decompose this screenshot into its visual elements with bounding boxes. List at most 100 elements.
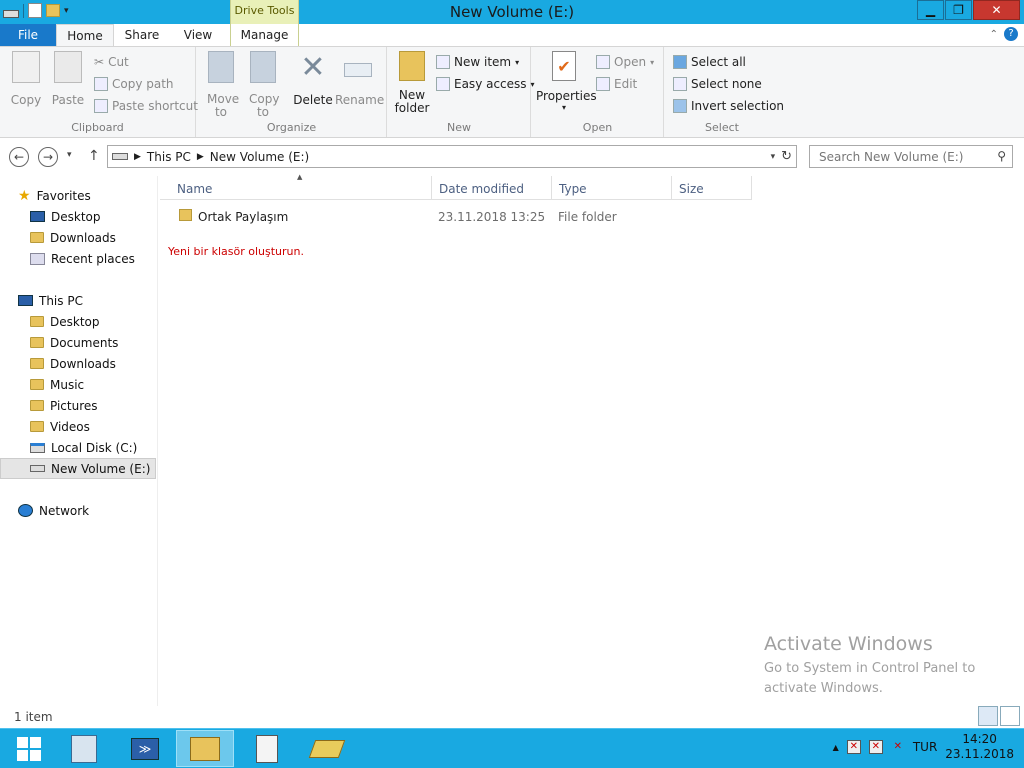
action-center-icon[interactable]: ✕	[846, 740, 861, 754]
up-arrow-icon[interactable]: ↑	[88, 148, 100, 164]
nav-network[interactable]: Network	[0, 500, 156, 521]
breadcrumb-this-pc[interactable]: This PC	[147, 150, 191, 164]
forward-button[interactable]: →	[38, 147, 58, 167]
properties-button[interactable]: ✔ Properties ▾	[536, 51, 597, 112]
tab-share[interactable]: Share	[118, 24, 166, 46]
ribbon: Copy Paste ✂ Cut Copy path Paste shortcut…	[0, 46, 1024, 138]
select-all-icon	[673, 55, 687, 69]
windows-logo-icon	[17, 736, 41, 761]
file-explorer-icon	[190, 736, 220, 761]
copy-to-button[interactable]: Copy to	[245, 51, 281, 119]
tab-home[interactable]: Home	[56, 24, 114, 46]
column-name[interactable]: ▲ Name	[160, 173, 432, 200]
scissors-icon: ✂	[94, 55, 105, 69]
nav-documents[interactable]: Documents	[0, 332, 156, 353]
nav-videos[interactable]: Videos	[0, 416, 156, 437]
expand-ribbon-icon[interactable]: ⌃	[990, 29, 998, 40]
notepad-taskbar-button[interactable]	[238, 730, 296, 767]
column-date-modified[interactable]: Date modified	[432, 176, 552, 200]
nav-pc-desktop[interactable]: Desktop	[0, 311, 156, 332]
show-hidden-icons-icon[interactable]: ▲	[833, 743, 839, 752]
desktop-folder-icon	[30, 316, 44, 327]
group-clipboard: Copy Paste ✂ Cut Copy path Paste shortcut…	[0, 47, 198, 137]
server-manager-taskbar-button[interactable]	[55, 730, 113, 767]
new-folder-button[interactable]: New folder	[392, 51, 432, 115]
copy-to-icon	[250, 51, 276, 83]
nav-pictures[interactable]: Pictures	[0, 395, 156, 416]
search-input[interactable]: Search New Volume (E:) ⚲	[809, 145, 1013, 168]
copy-button[interactable]: Copy	[8, 51, 44, 107]
paste-shortcut-button[interactable]: Paste shortcut	[94, 99, 198, 113]
group-new: New folder New item ▾ Easy access ▾ New	[388, 47, 535, 137]
minimize-button[interactable]: ▁	[917, 0, 944, 20]
nav-recent-places[interactable]: Recent places	[0, 248, 156, 269]
nav-favorites-downloads[interactable]: Downloads	[0, 227, 156, 248]
search-icon[interactable]: ⚲	[997, 149, 1006, 163]
close-button[interactable]: ✕	[973, 0, 1020, 20]
rename-button[interactable]: Rename	[335, 51, 384, 107]
column-type[interactable]: Type	[552, 176, 672, 200]
breadcrumb-separator-icon[interactable]: ▶	[134, 152, 141, 162]
tab-view[interactable]: View	[172, 24, 224, 46]
open-button[interactable]: Open ▾	[596, 55, 654, 69]
cut-button[interactable]: ✂ Cut	[94, 55, 129, 69]
nav-local-disk-c[interactable]: Local Disk (C:)	[0, 437, 156, 458]
paste-button[interactable]: Paste	[50, 51, 86, 107]
sort-ascending-icon: ▲	[297, 173, 303, 181]
breadcrumb-new-volume[interactable]: New Volume (E:)	[210, 150, 309, 164]
app-icon	[308, 739, 346, 758]
easy-access-icon	[436, 77, 450, 91]
nav-music[interactable]: Music	[0, 374, 156, 395]
paste-icon	[54, 51, 82, 83]
recent-locations-icon[interactable]: ▾	[67, 150, 72, 160]
back-button[interactable]: ←	[9, 147, 29, 167]
item-count: 1 item	[14, 710, 53, 724]
file-explorer-taskbar-button[interactable]	[176, 730, 234, 767]
invert-selection-icon	[673, 99, 687, 113]
edit-button[interactable]: Edit	[596, 77, 637, 91]
nav-favorites[interactable]: ★ Favorites	[0, 185, 156, 206]
group-open: ✔ Properties ▾ Open ▾ Edit Open	[532, 47, 664, 137]
move-to-button[interactable]: Move to	[203, 51, 239, 119]
table-row[interactable]: Ortak Paylaşım 23.11.2018 13:25 File fol…	[160, 205, 752, 227]
breadcrumb-separator-icon[interactable]: ▶	[197, 152, 204, 162]
select-none-icon	[673, 77, 687, 91]
help-icon[interactable]: ?	[1004, 27, 1018, 41]
powershell-icon: ≫	[131, 737, 159, 760]
nav-new-volume-e[interactable]: New Volume (E:)	[0, 458, 156, 479]
maximize-button[interactable]: ❐	[945, 0, 972, 20]
select-all-button[interactable]: Select all	[673, 55, 746, 69]
delete-button[interactable]: ✕ Delete	[293, 50, 333, 108]
ribbon-tabs: File Home Share View Manage ⌃ ?	[0, 24, 1024, 46]
refresh-icon[interactable]: ↻	[781, 149, 796, 164]
column-size[interactable]: Size	[672, 176, 752, 200]
address-bar[interactable]: ▶ This PC ▶ New Volume (E:) ▾ ↻	[107, 145, 797, 168]
volume-muted-icon[interactable]: ✕	[891, 740, 905, 754]
delete-x-icon: ✕	[300, 50, 326, 85]
tab-file[interactable]: File	[0, 24, 56, 46]
copy-path-button[interactable]: Copy path	[94, 77, 174, 91]
new-item-button[interactable]: New item ▾	[436, 55, 519, 69]
open-group-label: Open	[582, 121, 613, 134]
language-indicator[interactable]: TUR	[913, 740, 937, 754]
address-history-icon[interactable]: ▾	[771, 152, 776, 162]
invert-selection-button[interactable]: Invert selection	[673, 99, 784, 113]
organize-group-label: Organize	[266, 121, 317, 134]
details-view-icon[interactable]	[978, 706, 998, 726]
clipboard-group-label: Clipboard	[71, 121, 124, 134]
start-button[interactable]	[0, 730, 58, 767]
clock[interactable]: 14:20 23.11.2018	[945, 732, 1014, 762]
select-none-button[interactable]: Select none	[673, 77, 762, 91]
network-status-icon[interactable]: ✕	[868, 740, 883, 754]
nav-pc-downloads[interactable]: Downloads	[0, 353, 156, 374]
file-name: Ortak Paylaşım	[198, 210, 289, 224]
powershell-taskbar-button[interactable]: ≫	[116, 730, 174, 767]
large-icons-view-icon[interactable]	[1000, 706, 1020, 726]
tab-manage[interactable]: Manage	[230, 24, 299, 46]
nav-favorites-desktop[interactable]: Desktop	[0, 206, 156, 227]
easy-access-button[interactable]: Easy access ▾	[436, 77, 535, 91]
nav-this-pc[interactable]: This PC	[0, 290, 156, 311]
hint-text: Yeni bir klasör oluşturun.	[168, 245, 304, 258]
app-taskbar-button[interactable]	[298, 730, 356, 767]
group-select: Select all Select none Invert selection …	[665, 47, 784, 137]
